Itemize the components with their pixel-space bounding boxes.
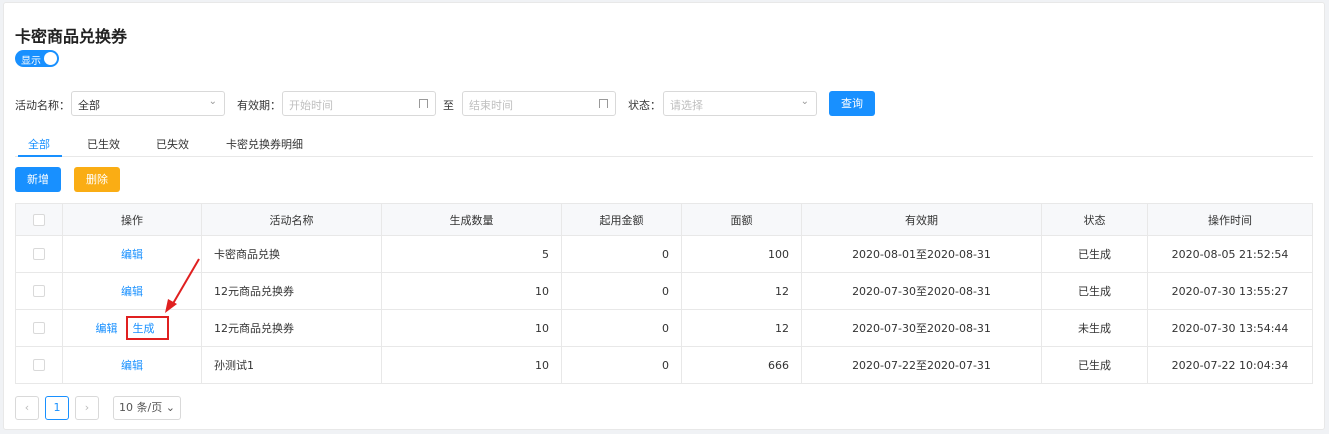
generate-link[interactable]: 生成 xyxy=(125,316,169,340)
tab-bar: 全部 已生效 已失效 卡密兑换券明细 xyxy=(15,128,1313,157)
face-value-cell: 12 xyxy=(682,273,802,309)
min-amount-cell: 0 xyxy=(562,236,682,272)
prev-page-button[interactable]: ‹ xyxy=(15,396,39,420)
table-row: 编辑 孙测试1 10 0 666 2020-07-22至2020-07-31 已… xyxy=(16,346,1312,383)
qty-cell: 10 xyxy=(382,347,562,383)
face-value-cell: 12 xyxy=(682,310,802,346)
toggle-label: 显示 xyxy=(21,56,41,67)
activity-name-select[interactable]: 全部 ⌄ xyxy=(71,91,225,116)
validity-cell: 2020-07-30至2020-08-31 xyxy=(802,273,1042,309)
page-size-select[interactable]: 10 条/页 ⌄ xyxy=(113,396,181,420)
start-time-placeholder: 开始时间 xyxy=(289,99,333,112)
page-1-button[interactable]: 1 xyxy=(45,396,69,420)
status-cell: 已生成 xyxy=(1042,273,1148,309)
row-checkbox[interactable] xyxy=(33,285,45,297)
name-cell: 孙测试1 xyxy=(202,347,382,383)
tab-active[interactable]: 已生效 xyxy=(87,136,120,152)
table-row: 编辑 卡密商品兑换 5 0 100 2020-08-01至2020-08-31 … xyxy=(16,235,1312,272)
header-cell: 操作 xyxy=(63,204,202,235)
main-card: 卡密商品兑换券 显示 活动名称： 全部 ⌄ 有效期： 开始时间 至 结束时间 状… xyxy=(3,2,1325,430)
header-cell: 生成数量 xyxy=(382,204,562,235)
row-checkbox-cell xyxy=(16,273,63,309)
row-checkbox[interactable] xyxy=(33,359,45,371)
name-cell: 12元商品兑换券 xyxy=(202,310,382,346)
status-label: 状态： xyxy=(628,99,661,112)
name-cell: 12元商品兑换券 xyxy=(202,273,382,309)
validity-cell: 2020-08-01至2020-08-31 xyxy=(802,236,1042,272)
table-row: 编辑 生成 12元商品兑换券 10 0 12 2020-07-30至2020-0… xyxy=(16,309,1312,346)
face-value-cell: 100 xyxy=(682,236,802,272)
coupon-table: 操作 活动名称 生成数量 起用金额 面额 有效期 状态 操作时间 编辑 卡密商品… xyxy=(15,203,1313,384)
to-label: 至 xyxy=(443,99,454,112)
actions-cell: 编辑 xyxy=(63,347,202,383)
chevron-down-icon: ⌄ xyxy=(208,96,217,107)
display-toggle[interactable]: 显示 xyxy=(15,50,59,67)
header-cell: 状态 xyxy=(1042,204,1148,235)
validity-cell: 2020-07-22至2020-07-31 xyxy=(802,347,1042,383)
status-cell: 未生成 xyxy=(1042,310,1148,346)
face-value-cell: 666 xyxy=(682,347,802,383)
edit-link[interactable]: 编辑 xyxy=(121,283,143,299)
edit-link[interactable]: 编辑 xyxy=(96,320,118,336)
time-cell: 2020-07-22 10:04:34 xyxy=(1171,358,1289,372)
min-amount-cell: 0 xyxy=(562,347,682,383)
page-size-label: 10 条/页 xyxy=(119,401,163,414)
calendar-icon xyxy=(599,99,608,108)
tab-expired[interactable]: 已失效 xyxy=(156,136,189,152)
active-tab-indicator xyxy=(18,155,62,157)
next-page-button[interactable]: › xyxy=(75,396,99,420)
status-placeholder: 请选择 xyxy=(670,99,703,112)
calendar-icon xyxy=(419,99,428,108)
chevron-down-icon: ⌄ xyxy=(165,401,175,414)
header-checkbox-cell xyxy=(16,204,63,235)
min-amount-cell: 0 xyxy=(562,310,682,346)
qty-cell: 5 xyxy=(382,236,562,272)
header-cell: 有效期 xyxy=(802,204,1042,235)
row-checkbox[interactable] xyxy=(33,248,45,260)
query-button[interactable]: 查询 xyxy=(829,91,875,116)
status-select[interactable]: 请选择 ⌄ xyxy=(663,91,817,116)
edit-link[interactable]: 编辑 xyxy=(121,246,143,262)
header-cell: 活动名称 xyxy=(202,204,382,235)
header-cell: 面额 xyxy=(682,204,802,235)
header-cell: 操作时间 xyxy=(1208,213,1252,227)
time-cell: 2020-07-30 13:55:27 xyxy=(1171,284,1289,298)
name-cell: 卡密商品兑换 xyxy=(202,236,382,272)
activity-name-value: 全部 xyxy=(78,99,100,112)
row-checkbox[interactable] xyxy=(33,322,45,334)
time-cell: 2020-08-05 21:52:54 xyxy=(1171,247,1289,261)
page-title: 卡密商品兑换券 xyxy=(15,27,128,46)
status-cell: 已生成 xyxy=(1042,347,1148,383)
row-checkbox-cell xyxy=(16,347,63,383)
end-time-input[interactable]: 结束时间 xyxy=(462,91,616,116)
header-cell: 起用金额 xyxy=(562,204,682,235)
add-button[interactable]: 新增 xyxy=(15,167,61,192)
status-cell: 已生成 xyxy=(1042,236,1148,272)
row-checkbox-cell xyxy=(16,236,63,272)
validity-label: 有效期： xyxy=(237,99,281,112)
time-cell: 2020-07-30 13:54:44 xyxy=(1171,321,1289,335)
select-all-checkbox[interactable] xyxy=(33,213,45,226)
activity-name-label: 活动名称： xyxy=(15,99,70,112)
tab-coupon-details[interactable]: 卡密兑换券明细 xyxy=(226,136,303,152)
table-row: 编辑 12元商品兑换券 10 0 12 2020-07-30至2020-08-3… xyxy=(16,272,1312,309)
table-header-row: 操作 活动名称 生成数量 起用金额 面额 有效期 状态 操作时间 xyxy=(16,204,1312,235)
qty-cell: 10 xyxy=(382,310,562,346)
annotation-arrow-icon xyxy=(165,258,200,313)
edit-link[interactable]: 编辑 xyxy=(121,357,143,373)
end-time-placeholder: 结束时间 xyxy=(469,99,513,112)
start-time-input[interactable]: 开始时间 xyxy=(282,91,436,116)
delete-button[interactable]: 删除 xyxy=(74,167,120,192)
row-checkbox-cell xyxy=(16,310,63,346)
chevron-down-icon: ⌄ xyxy=(800,96,809,107)
validity-cell: 2020-07-30至2020-08-31 xyxy=(802,310,1042,346)
tab-all[interactable]: 全部 xyxy=(28,136,50,152)
min-amount-cell: 0 xyxy=(562,273,682,309)
toggle-knob xyxy=(44,52,57,65)
qty-cell: 10 xyxy=(382,273,562,309)
